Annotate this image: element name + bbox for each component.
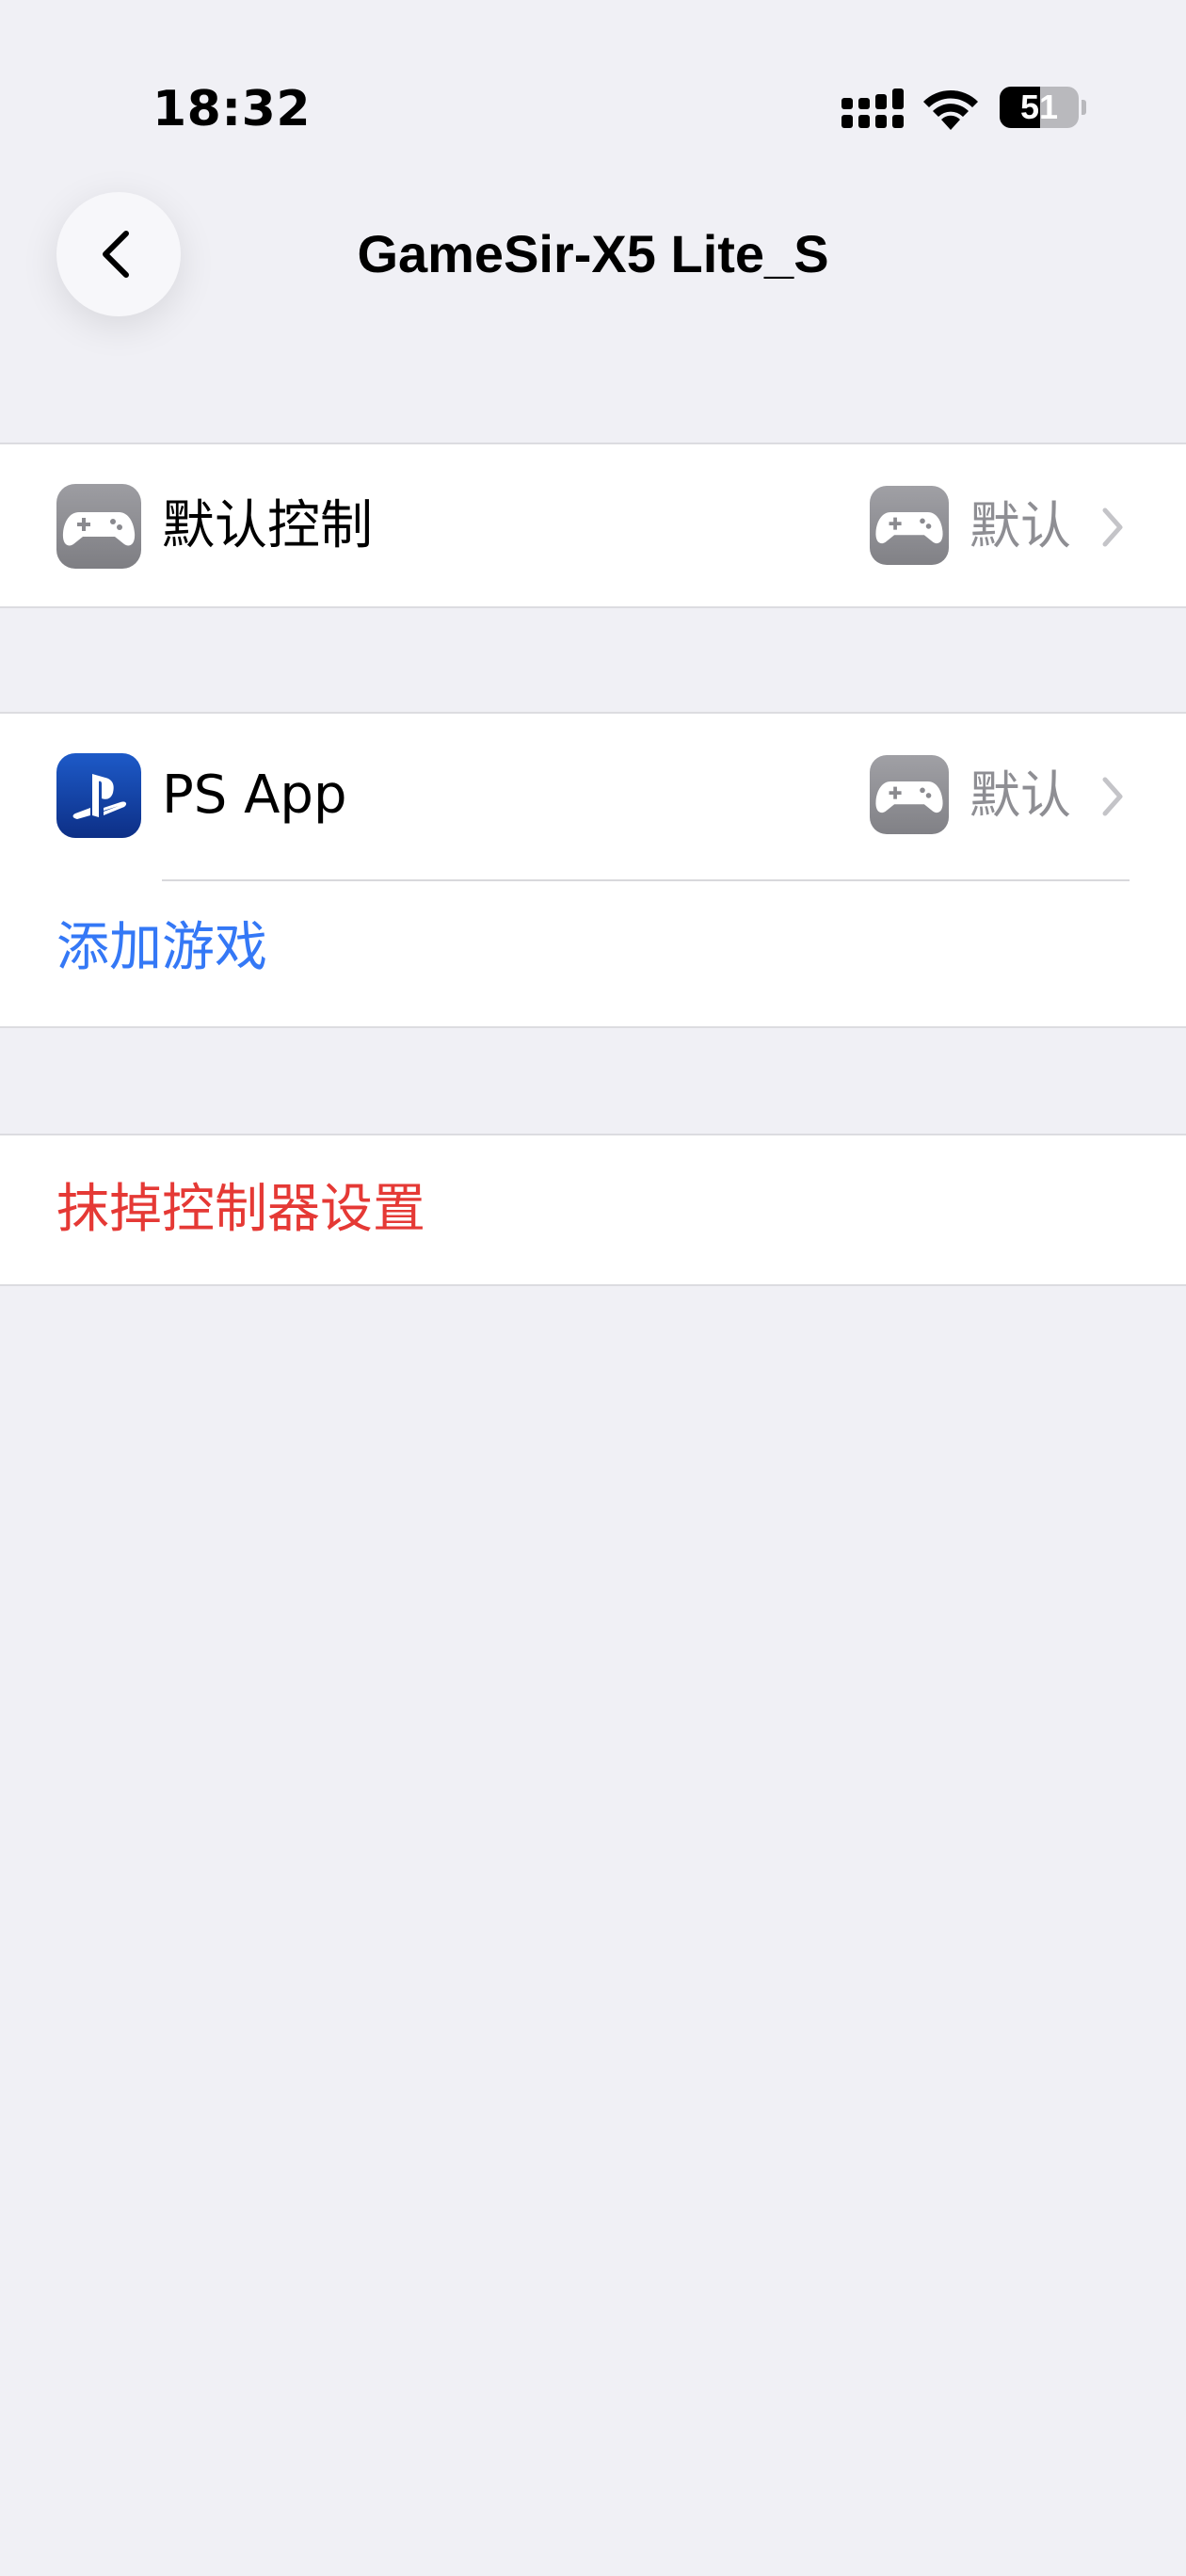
default-control-value: 默认 [970, 496, 1071, 555]
game-row-ps-app[interactable]: PS App 默认 [0, 714, 1186, 876]
playstation-icon [56, 753, 141, 838]
gamepad-icon [870, 486, 949, 565]
signal-icon [841, 89, 904, 128]
status-bar: 18:32 51 [0, 0, 1186, 188]
add-game-button[interactable]: 添加游戏 [56, 915, 267, 981]
default-control-section: 默认控制 默认 [0, 443, 1186, 608]
gamepad-icon [870, 755, 949, 834]
reset-row[interactable]: 抹掉控制器设置 [0, 1135, 1186, 1284]
gamepad-icon [56, 484, 141, 569]
battery-icon: 51 [1000, 87, 1086, 128]
game-label: PS App [162, 765, 347, 826]
chevron-right-icon [1102, 507, 1123, 547]
reset-section: 抹掉控制器设置 [0, 1134, 1186, 1286]
page-title: GameSir-X5 Lite_S [357, 224, 829, 283]
game-value: 默认 [970, 765, 1071, 825]
chevron-left-icon [103, 231, 129, 278]
status-time: 18:32 [152, 81, 312, 137]
chevron-right-icon [1102, 777, 1123, 816]
battery-body: 51 [1000, 87, 1079, 128]
add-game-row[interactable]: 添加游戏 [0, 876, 1186, 1026]
wifi-icon [923, 89, 978, 130]
battery-level: 51 [1019, 88, 1059, 126]
back-button[interactable] [56, 192, 181, 316]
default-control-label: 默认控制 [162, 495, 373, 556]
erase-controller-settings-button[interactable]: 抹掉控制器设置 [56, 1177, 425, 1243]
battery-cap [1082, 100, 1086, 115]
default-control-row[interactable]: 默认控制 默认 [0, 444, 1186, 606]
games-section: PS App 默认 添加游戏 [0, 712, 1186, 1028]
